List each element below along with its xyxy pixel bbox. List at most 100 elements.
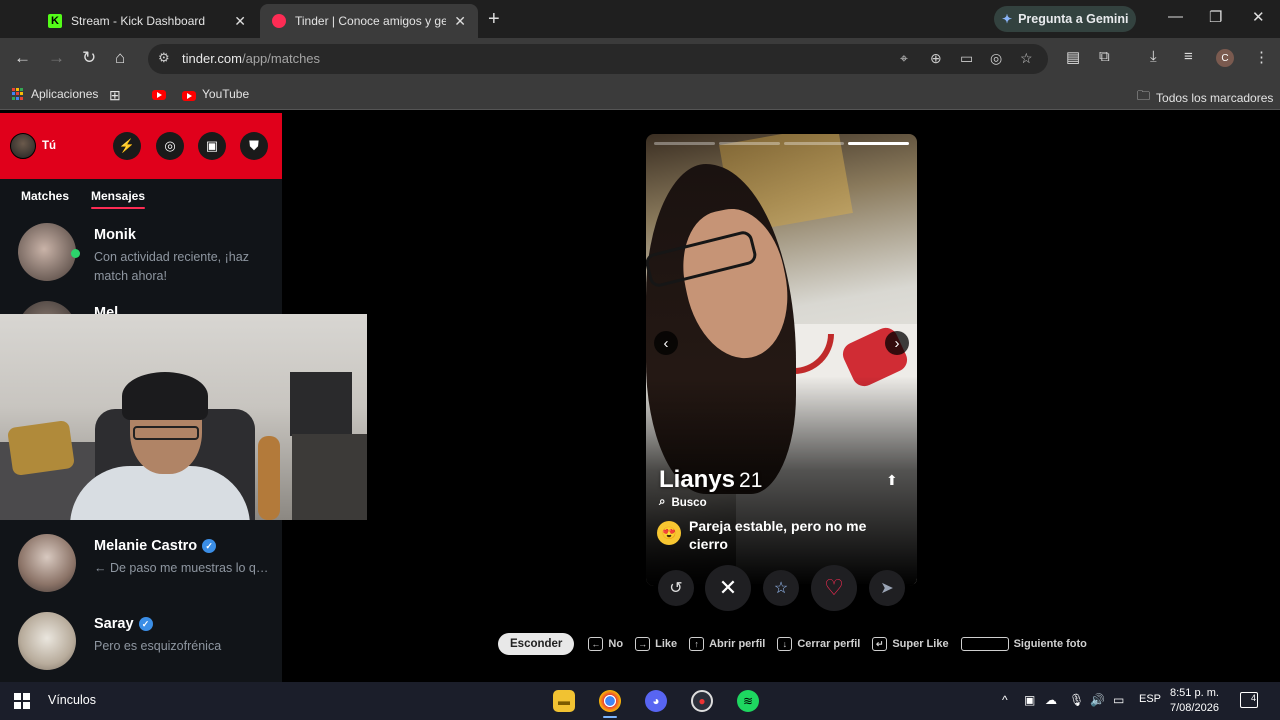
my-avatar[interactable] [10, 133, 36, 159]
hint-close-profile: ↓ Cerrar perfil [777, 637, 860, 651]
microphone-icon[interactable]: 🎙 [1069, 693, 1084, 707]
profile-avatar[interactable]: C [1216, 49, 1234, 67]
open-profile-icon[interactable]: ⬆ [886, 472, 898, 489]
super-like-button[interactable]: ☆ [763, 570, 799, 606]
work-button[interactable]: ▣ [198, 132, 226, 160]
conversation-preview: ← De paso me muestras lo que... [94, 561, 270, 575]
forward-icon[interactable]: → [48, 48, 65, 68]
gemini-label: Pregunta a Gemini [1018, 12, 1129, 26]
webcam-tv [290, 372, 352, 436]
close-tab-icon[interactable]: ✕ [454, 13, 466, 30]
tab-matches[interactable]: Matches [21, 189, 69, 203]
clock[interactable]: 8:51 p. m. 7/08/2026 [1170, 686, 1219, 716]
webcam-overlay [0, 314, 367, 520]
rewind-button[interactable]: ↺ [658, 570, 694, 606]
onedrive-icon[interactable]: ☁ [1045, 693, 1057, 707]
volume-icon[interactable]: 🔊 [1090, 693, 1105, 707]
hint-next-photo: Siguiente foto [960, 637, 1087, 651]
webcam-person-cap [122, 372, 208, 420]
close-window-icon[interactable]: ✕ [1252, 8, 1265, 26]
notification-count: 4 [1250, 693, 1256, 703]
keyboard-hints: Esconder ← No → Like ↑ Abrir perfil ↓ Cerrar… [498, 632, 1099, 656]
extensions-icon[interactable]: ⧉ [1099, 48, 1110, 65]
briefcase-icon: ▣ [205, 138, 219, 153]
site-settings-icon[interactable]: ⚙ [158, 50, 170, 66]
zoom-icon[interactable]: ⊕ [930, 50, 942, 67]
menu-icon[interactable]: ⋮ [1254, 48, 1269, 66]
network-icon[interactable]: ▭ [1113, 693, 1124, 707]
chrome-icon[interactable] [599, 690, 621, 718]
bookmark-apps[interactable]: Aplicaciones [12, 87, 98, 101]
obs-icon[interactable]: ● [691, 690, 713, 712]
close-tab-icon[interactable]: ✕ [234, 13, 246, 30]
reload-icon[interactable]: ↻ [82, 48, 96, 68]
notifications-icon[interactable]: 4 [1240, 692, 1258, 708]
tracking-off-icon[interactable]: ◎ [990, 50, 1002, 67]
conversation-item[interactable]: Saray ✓ Pero es esquizofrénica [0, 604, 282, 682]
back-icon[interactable]: ← [14, 48, 31, 68]
explore-button[interactable]: ◎ [156, 132, 184, 160]
discord-icon[interactable]: ◕ [645, 690, 667, 712]
conversation-name-text: Saray [94, 616, 134, 632]
tab-title: Tinder | Conoce amigos y gente [295, 14, 447, 28]
url-host: tinder.com [182, 51, 242, 66]
gemini-button[interactable]: ✦ Pregunta a Gemini [994, 6, 1136, 32]
address-bar[interactable]: ⚙ tinder.com/app/matches ⌖ ⊕ ▭ ◎ ☆ [148, 44, 1048, 74]
tab-groups-icon[interactable]: ⊞ [109, 87, 121, 104]
my-profile-label[interactable]: Tú [42, 140, 56, 152]
tab-kick-dashboard[interactable]: K Stream - Kick Dashboard ✕ [36, 4, 258, 38]
hint-no: ← No [588, 637, 623, 651]
conversation-item[interactable]: Monik Con actividad reciente, ¡haz match… [0, 215, 282, 293]
youtube-shortcut[interactable] [152, 90, 166, 100]
language-indicator[interactable]: ESP [1139, 693, 1161, 705]
new-tab-icon[interactable]: + [488, 8, 500, 31]
meet-now-icon[interactable]: ▣ [1024, 693, 1035, 707]
cast-icon[interactable]: ▭ [960, 50, 973, 67]
avatar [18, 534, 76, 592]
photo-progress-segment[interactable] [654, 142, 715, 145]
home-icon[interactable]: ⌂ [115, 48, 125, 68]
send-button[interactable]: ➤ [869, 570, 905, 606]
url-text: tinder.com/app/matches [182, 51, 320, 66]
all-bookmarks-label: Todos los marcadores [1156, 91, 1274, 105]
spotify-icon[interactable]: ≋ [737, 690, 759, 712]
boost-button[interactable]: ⚡ [113, 132, 141, 160]
hint-like: → Like [635, 637, 677, 651]
restore-icon[interactable]: ❐ [1209, 8, 1222, 26]
all-bookmarks[interactable]: 🗀 Todos los marcadores [1137, 87, 1273, 109]
minimize-icon[interactable]: — [1168, 8, 1183, 25]
location-icon[interactable]: ⌖ [900, 50, 908, 67]
profile-card[interactable]: ‹ › Lianys 21 ⬆ ⌕ Busco 😍 Pareja estable, … [646, 134, 917, 586]
hide-hints-button[interactable]: Esconder [498, 633, 575, 655]
apps-icon [12, 87, 25, 101]
photo-progress-segment[interactable] [718, 142, 780, 145]
conversation-preview: Pero es esquizofrénica [94, 639, 222, 653]
file-explorer-icon[interactable]: ▬ [553, 690, 575, 712]
hint-label: Siguiente foto [1013, 638, 1087, 650]
media-control-icon[interactable]: ≡ [1184, 48, 1193, 65]
conversation-item[interactable]: Melanie Castro ✓ ← De paso me muestras lo… [0, 526, 282, 604]
next-photo-button[interactable]: › [885, 331, 909, 355]
download-icon[interactable]: ⤓ [1150, 48, 1157, 65]
compass-icon: ◎ [164, 138, 176, 153]
shield-icon: ⛊ [249, 138, 259, 153]
reading-mode-icon[interactable]: ▤ [1066, 48, 1080, 66]
profile-name: Lianys 21 [659, 466, 762, 494]
chevron-up-icon[interactable]: ^ [1002, 693, 1008, 707]
like-button[interactable]: ♡ [811, 565, 857, 611]
photo-progress-segment[interactable] [783, 142, 845, 145]
bookmark-star-icon[interactable]: ☆ [1020, 50, 1033, 67]
heart-icon: ♡ [824, 575, 844, 600]
windows-start-icon[interactable] [14, 693, 30, 709]
tab-tinder[interactable]: Tinder | Conoce amigos y gente ✕ [260, 4, 478, 38]
up-arrow-key-icon: ↑ [689, 637, 705, 651]
safety-button[interactable]: ⛊ [240, 132, 268, 160]
bookmark-youtube[interactable]: YouTube [182, 87, 249, 101]
sidebar-tabs: Matches Mensajes [0, 179, 282, 213]
nope-button[interactable]: ✕ [705, 565, 751, 611]
tab-messages[interactable]: Mensajes [91, 189, 146, 209]
previous-photo-button[interactable]: ‹ [654, 331, 678, 355]
conversation-name: Saray ✓ [94, 616, 153, 632]
photo-progress-segment-active[interactable] [848, 142, 909, 145]
taskbar-search[interactable]: Vínculos [48, 693, 96, 707]
